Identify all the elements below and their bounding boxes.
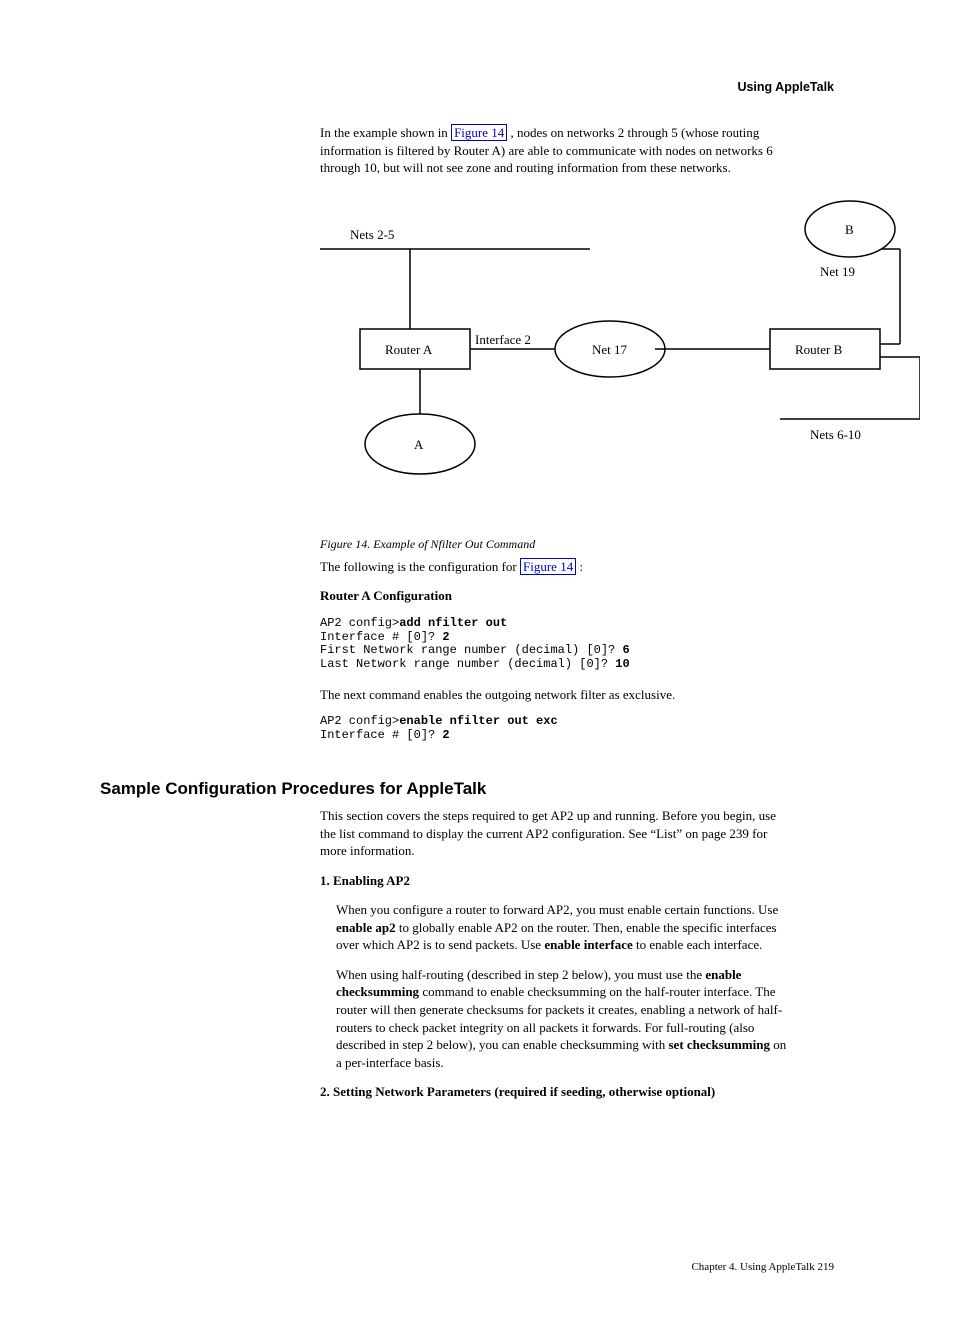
step1-p1-cmd2: enable interface xyxy=(544,937,632,952)
section-sample-config-title: Sample Configuration Procedures for Appl… xyxy=(100,779,854,799)
label-cloud-a: A xyxy=(414,437,424,452)
code-block-2: AP2 config>enable nfilter out exc Interf… xyxy=(320,715,854,743)
section-config-title: Router A Configuration xyxy=(320,587,854,605)
intro-paragraph: In the example shown in Figure 14 , node… xyxy=(320,124,794,177)
step1-p2: When using half-routing (described in st… xyxy=(336,966,794,1071)
step1-p2-cmd2: set checksumming xyxy=(669,1037,770,1052)
code-input: 10 xyxy=(615,657,629,671)
step1-p1-suffix: to enable each interface. xyxy=(636,937,762,952)
sample-p1: This section covers the steps required t… xyxy=(320,807,794,860)
figure-link-14a[interactable]: Figure 14 xyxy=(451,124,507,141)
label-nets-6-10: Nets 6-10 xyxy=(810,427,861,442)
label-nets-2-5: Nets 2-5 xyxy=(350,227,394,242)
label-net-19: Net 19 xyxy=(820,264,855,279)
code-input: 2 xyxy=(442,728,449,742)
code-input: 2 xyxy=(442,630,449,644)
label-interface-2: Interface 2 xyxy=(475,332,531,347)
code-line: AP2 config> xyxy=(320,616,399,630)
step1-p1-cmd1: enable ap2 xyxy=(336,920,396,935)
config-lead-suffix: : xyxy=(579,559,583,574)
config-lead-prefix: The following is the configuration for xyxy=(320,559,520,574)
step1-p2-prefix: When using half-routing (described in st… xyxy=(336,967,705,982)
code-line: Last Network range number (decimal) [0]? xyxy=(320,657,615,671)
step2-title: 2. Setting Network Parameters (required … xyxy=(320,1083,794,1101)
running-head: Using AppleTalk xyxy=(100,80,834,94)
step1-p1: When you configure a router to forward A… xyxy=(336,901,794,954)
label-cloud-b: B xyxy=(845,222,854,237)
figure-14-diagram: Nets 2-5 Router A A Interface 2 Net 17 R… xyxy=(280,189,854,513)
enable-lead-paragraph: The next command enables the outgoing ne… xyxy=(320,686,854,704)
label-router-b: Router B xyxy=(795,342,843,357)
label-router-a: Router A xyxy=(385,342,433,357)
figure-link-14b[interactable]: Figure 14 xyxy=(520,558,576,575)
step1-p1-prefix: When you configure a router to forward A… xyxy=(336,902,778,917)
figure-caption: Figure 14. Example of Nfilter Out Comman… xyxy=(320,537,854,552)
code-line: Interface # [0]? xyxy=(320,728,442,742)
label-net-17: Net 17 xyxy=(592,342,628,357)
config-lead-paragraph: The following is the configuration for F… xyxy=(320,558,854,576)
page-footer: Chapter 4. Using AppleTalk 219 xyxy=(100,1261,854,1273)
code-line: First Network range number (decimal) [0]… xyxy=(320,643,622,657)
code-line: Interface # [0]? xyxy=(320,630,442,644)
code-input: 6 xyxy=(622,643,629,657)
code-block-1: AP2 config>add nfilter out Interface # [… xyxy=(320,617,854,672)
code-cmd: enable nfilter out exc xyxy=(399,714,557,728)
step1-title: 1. Enabling AP2 xyxy=(320,872,794,890)
code-line: AP2 config> xyxy=(320,714,399,728)
intro-prefix: In the example shown in xyxy=(320,125,451,140)
code-cmd: add nfilter out xyxy=(399,616,507,630)
